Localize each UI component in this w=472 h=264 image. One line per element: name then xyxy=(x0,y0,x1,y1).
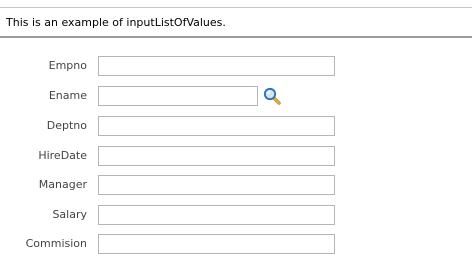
hiredate-label: HireDate xyxy=(38,149,87,162)
empno-field[interactable] xyxy=(98,56,335,76)
commision-field[interactable] xyxy=(98,234,335,254)
ename-field[interactable] xyxy=(98,86,258,106)
hiredate-field[interactable] xyxy=(98,146,335,166)
row-salary: Salary xyxy=(0,205,472,227)
row-deptno: Deptno xyxy=(0,116,472,138)
ename-label: Ename xyxy=(48,89,87,102)
empno-label: Empno xyxy=(48,59,87,72)
deptno-field[interactable] xyxy=(98,116,335,136)
row-empno: Empno xyxy=(0,56,472,78)
salary-field[interactable] xyxy=(98,205,335,225)
header-text: This is an example of inputListOfValues. xyxy=(6,16,226,29)
manager-field[interactable] xyxy=(98,175,335,195)
header-box: This is an example of inputListOfValues. xyxy=(0,7,472,38)
page: This is an example of inputListOfValues.… xyxy=(0,0,472,264)
row-commision: Commision xyxy=(0,234,472,256)
commision-label: Commision xyxy=(25,237,87,250)
row-ename: Ename xyxy=(0,86,472,108)
manager-label: Manager xyxy=(38,178,87,191)
deptno-label: Deptno xyxy=(46,119,87,132)
salary-label: Salary xyxy=(52,208,87,221)
row-hiredate: HireDate xyxy=(0,146,472,168)
row-manager: Manager xyxy=(0,175,472,197)
search-icon[interactable] xyxy=(263,87,281,105)
